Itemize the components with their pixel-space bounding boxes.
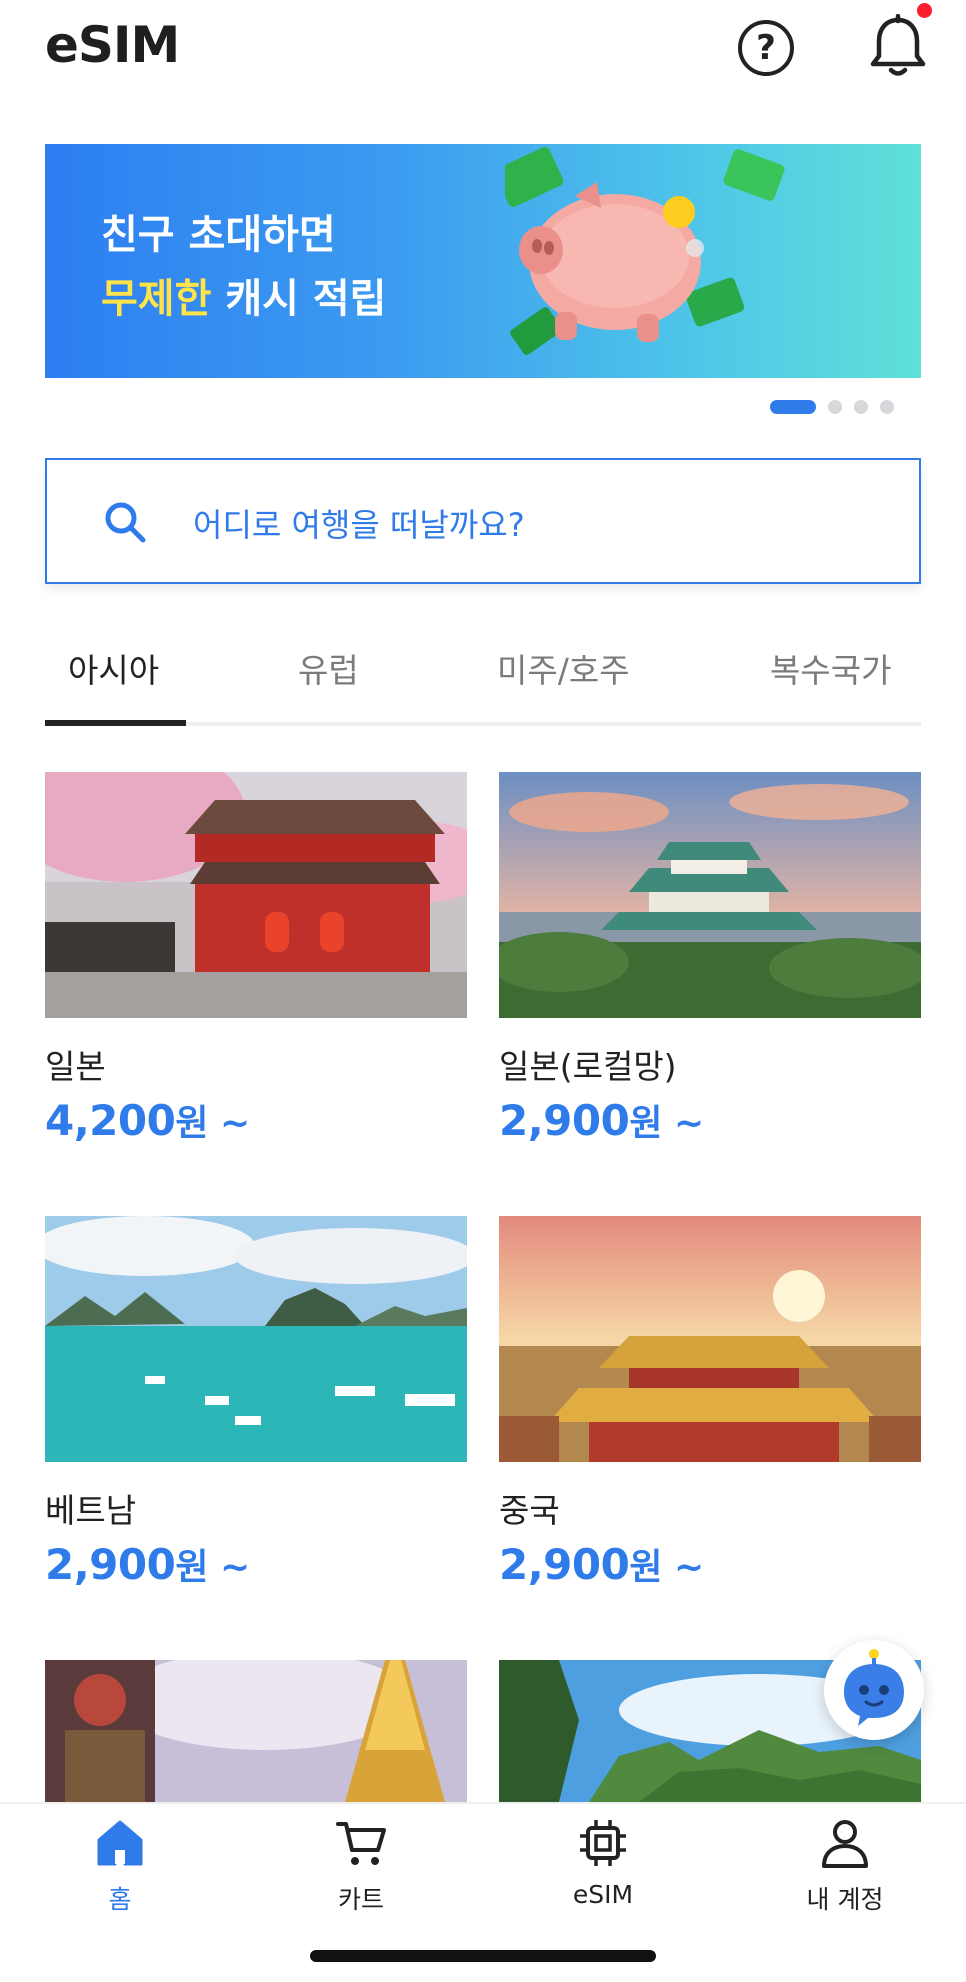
product-image-thailand: [45, 1660, 467, 1802]
product-price: 2,900원 ~: [499, 1538, 704, 1590]
price-value: 2,900: [499, 1096, 630, 1145]
banner-line1: 친구 초대하면: [101, 212, 336, 258]
product-image-japan-local: [499, 772, 921, 1018]
price-unit: 원 ~: [175, 1547, 250, 1588]
product-price: 4,200원 ~: [45, 1094, 250, 1146]
nav-home-label: 홈: [108, 1885, 132, 1914]
region-tabs: 아시아 유럽 미주/호주 복수국가: [45, 610, 921, 728]
product-name: 일본: [45, 1047, 106, 1086]
tab-multi-country[interactable]: 복수국가: [770, 644, 891, 692]
nav-esim[interactable]: eSIM: [533, 1816, 673, 1909]
home-icon: [97, 1820, 143, 1866]
product-image-japan: [45, 772, 467, 1018]
product-card-thailand[interactable]: [45, 1660, 467, 1802]
product-price: 2,900원 ~: [45, 1538, 250, 1590]
question-circle-icon[interactable]: ?: [738, 20, 794, 76]
nav-home[interactable]: 홈: [50, 1816, 190, 1916]
search-input[interactable]: 어디로 여행을 떠날까요?: [193, 500, 525, 546]
carousel-dot-4[interactable]: [880, 400, 894, 414]
tab-europe[interactable]: 유럽: [298, 644, 359, 692]
carousel-dot-1[interactable]: [770, 400, 816, 414]
nav-account[interactable]: 내 계정: [775, 1816, 915, 1916]
chatbot-button[interactable]: [824, 1640, 924, 1740]
home-indicator: [310, 1950, 656, 1962]
banner-highlight: 무제한: [101, 276, 212, 322]
cart-icon: [336, 1822, 386, 1865]
tab-active-indicator: [45, 720, 186, 726]
product-name: 일본(로컬망): [499, 1047, 677, 1086]
carousel-dot-2[interactable]: [828, 400, 842, 414]
product-card-japan[interactable]: 일본 4,200원 ~: [45, 772, 467, 1145]
bell-icon[interactable]: [866, 14, 930, 80]
tab-americas-oceania[interactable]: 미주/호주: [497, 644, 630, 692]
product-card-vietnam[interactable]: 베트남 2,900원 ~: [45, 1216, 467, 1589]
price-value: 2,900: [45, 1540, 176, 1589]
product-card-china[interactable]: 중국 2,900원 ~: [499, 1216, 921, 1589]
product-card-japan-local[interactable]: 일본(로컬망) 2,900원 ~: [499, 772, 921, 1145]
price-value: 2,900: [499, 1540, 630, 1589]
nav-cart-label: 카트: [337, 1885, 384, 1914]
search-icon: [105, 502, 146, 543]
user-icon: [822, 1820, 868, 1868]
piggy-bank-icon: [505, 146, 785, 355]
banner-line2-rest: 캐시 적립: [211, 276, 387, 322]
product-image-china: [499, 1216, 921, 1462]
product-image-vietnam: [45, 1216, 467, 1462]
price-unit: 원 ~: [629, 1547, 704, 1588]
chip-icon: [580, 1820, 626, 1866]
nav-account-label: 내 계정: [806, 1885, 884, 1914]
price-value: 4,200: [45, 1096, 176, 1145]
price-unit: 원 ~: [629, 1103, 704, 1144]
tab-asia[interactable]: 아시아: [68, 644, 159, 692]
product-price: 2,900원 ~: [499, 1094, 704, 1146]
promo-banner[interactable]: 친구 초대하면 무제한 캐시 적립: [45, 144, 921, 378]
banner-line2: 무제한 캐시 적립: [101, 266, 386, 324]
nav-cart[interactable]: 카트: [291, 1816, 431, 1916]
notification-dot: [917, 3, 932, 18]
product-name: 베트남: [45, 1491, 137, 1530]
search-box[interactable]: 어디로 여행을 떠날까요?: [45, 458, 921, 584]
chatbot-icon: [844, 1649, 904, 1726]
carousel-dots[interactable]: [770, 400, 894, 414]
product-name: 중국: [499, 1491, 560, 1530]
price-unit: 원 ~: [175, 1103, 250, 1144]
carousel-dot-3[interactable]: [854, 400, 868, 414]
app-title: eSIM: [45, 16, 180, 74]
header: eSIM ?: [0, 0, 966, 110]
nav-esim-label: eSIM: [572, 1880, 634, 1909]
